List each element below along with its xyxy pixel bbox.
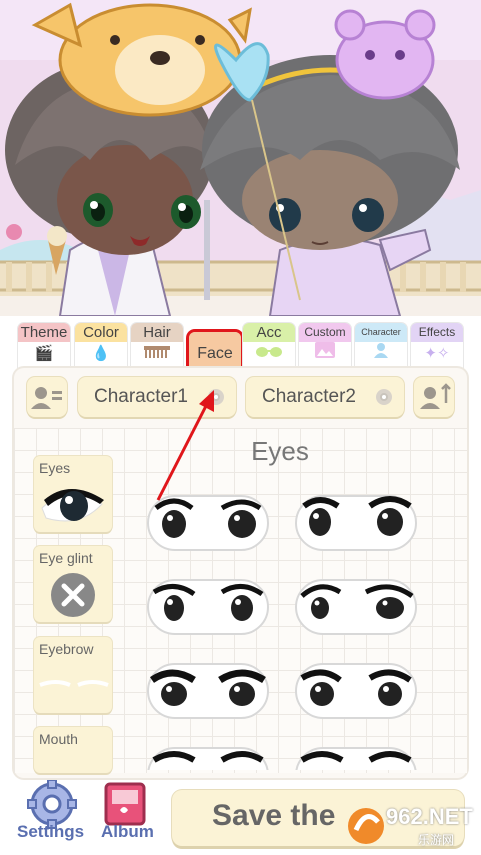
eye-option-2[interactable] (294, 488, 418, 558)
character-list-button[interactable] (27, 377, 67, 417)
sparkle-icon: ✦✧ (424, 345, 450, 362)
watermark-text: 962.NET (386, 804, 473, 829)
album-label: Album (101, 822, 154, 841)
eye-pair-icon (147, 495, 269, 551)
tab-color-label: Color (75, 323, 127, 342)
eye-pair-icon (295, 579, 417, 635)
eye-option-4[interactable] (294, 572, 418, 642)
character2-button[interactable]: Character2 (246, 377, 404, 417)
eye-option-5[interactable] (146, 656, 270, 726)
character2-label: Character2 (262, 386, 356, 407)
eyebrow-thumbnail-icon (39, 680, 109, 687)
tab-face-label: Face (189, 332, 241, 372)
person-icon (355, 342, 407, 366)
eye-option-7[interactable] (146, 740, 270, 770)
eye-option-6[interactable] (294, 656, 418, 726)
character1-label: Character1 (94, 386, 188, 407)
tab-custom[interactable]: Custom (299, 323, 351, 368)
tab-hair[interactable]: Hair (131, 323, 183, 368)
watermark-logo: 962.NET 乐游网 (346, 800, 474, 850)
tab-theme[interactable]: Theme 🎬 (18, 323, 70, 368)
eye-pair-icon (147, 663, 269, 719)
eye-pair-icon (295, 663, 417, 719)
eye-pair-icon (295, 747, 417, 770)
category-label: Mouth (39, 731, 78, 747)
eye-pair-icon (295, 495, 417, 551)
comb-icon (131, 342, 183, 366)
eye-option-8[interactable] (294, 740, 418, 770)
swap-character-button[interactable] (414, 377, 454, 417)
category-eyebrow[interactable]: Eyebrow (34, 637, 112, 713)
category-mouth[interactable]: Mouth (34, 727, 112, 773)
album-book-icon (104, 782, 146, 826)
category-label: Eyebrow (39, 641, 94, 657)
radio-icon (208, 389, 224, 405)
category-eyes[interactable]: Eyes (34, 456, 112, 532)
section-title: Eyes (251, 436, 309, 466)
radio-icon (376, 389, 392, 405)
character1-button[interactable]: Character1 (78, 377, 236, 417)
tab-character-label: Character (355, 323, 407, 342)
tab-face[interactable]: Face (189, 332, 241, 372)
category-label: Eyes (39, 460, 71, 476)
tab-effects[interactable]: Effects ✦✧ (411, 323, 463, 368)
image-icon (299, 342, 351, 366)
eye-option-1[interactable] (146, 488, 270, 558)
save-button-label: Save the (212, 799, 336, 832)
none-icon (51, 573, 95, 617)
watermark-subtext: 乐游网 (418, 833, 455, 847)
people-icon (31, 387, 62, 409)
tab-effects-label: Effects (411, 323, 463, 342)
eye-thumbnail-icon (41, 489, 104, 522)
swap-person-icon (420, 383, 451, 409)
tab-acc-label: Acc (243, 323, 295, 342)
tab-color[interactable]: Color 💧 (75, 323, 127, 368)
eye-pair-icon (147, 747, 269, 770)
settings-label: Settings (17, 822, 85, 841)
eye-pair-icon (147, 579, 269, 635)
glasses-icon (243, 342, 295, 366)
drop-icon: 💧 (91, 345, 111, 362)
clapper-icon: 🎬 (34, 345, 54, 362)
tab-acc[interactable]: Acc (243, 323, 295, 368)
category-eye-glint[interactable]: Eye glint (34, 546, 112, 622)
eye-option-3[interactable] (146, 572, 270, 642)
character-preview-scene (0, 0, 481, 316)
tab-theme-label: Theme (18, 323, 70, 342)
category-label: Eye glint (39, 550, 93, 566)
tab-character[interactable]: Character (355, 323, 407, 368)
tab-custom-label: Custom (299, 323, 351, 342)
tab-hair-label: Hair (131, 323, 183, 342)
